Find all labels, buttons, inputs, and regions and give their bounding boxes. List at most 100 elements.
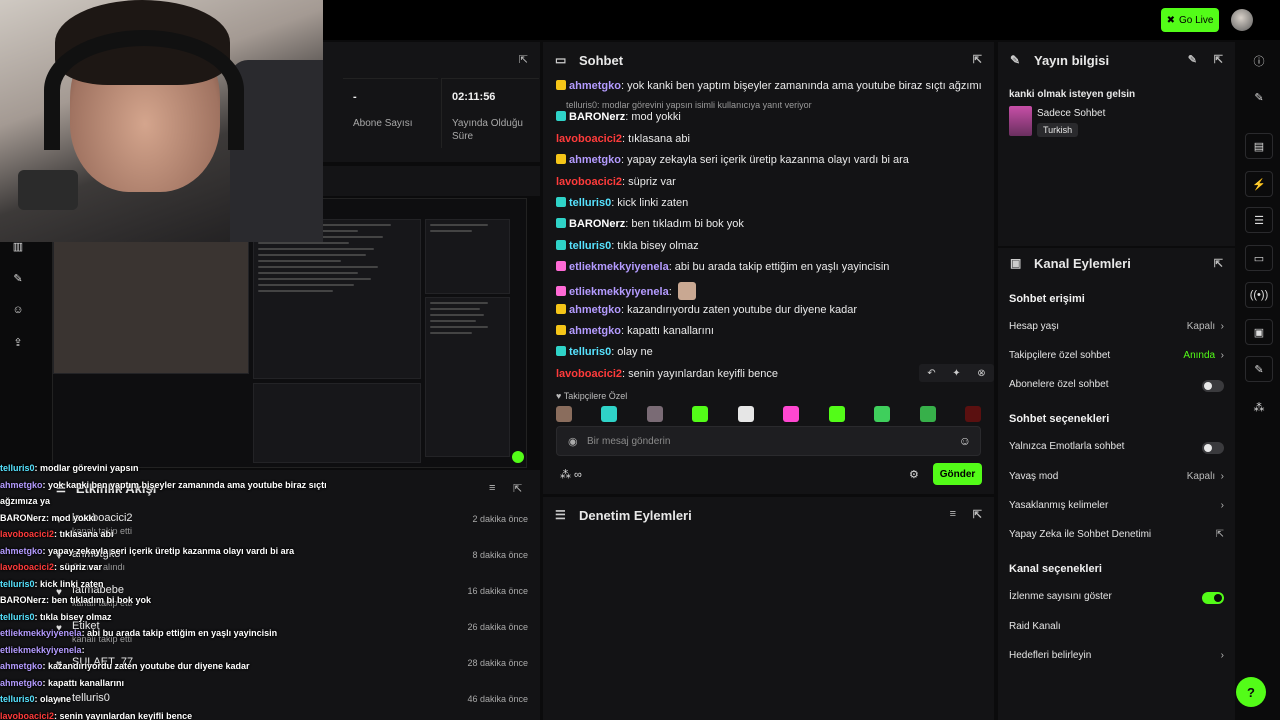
chat-username[interactable]: BARONerz xyxy=(569,111,625,123)
emote[interactable] xyxy=(783,406,800,422)
chat-message[interactable]: telluris0: tıkla bisey olmaz xyxy=(556,239,981,253)
chat-username[interactable]: telluris0 xyxy=(569,240,611,252)
expand-icon[interactable]: ⇱ xyxy=(973,508,982,521)
wrench-icon[interactable]: ✎ xyxy=(8,272,28,304)
chat-username[interactable]: ahmetgko xyxy=(569,80,621,92)
expand-icon[interactable]: ⇱ xyxy=(513,482,522,495)
chat-message[interactable]: ahmetgko: yok kanki ben yaptım bişeyler … xyxy=(556,79,981,93)
subscriber-label: Abone Sayısı xyxy=(353,118,413,129)
expand-icon[interactable]: ⇱ xyxy=(519,53,528,66)
chat-message[interactable]: telluris0: kick linki zaten xyxy=(556,196,981,210)
goals-setting[interactable]: Hedefleri belirleyin › xyxy=(1009,650,1224,666)
chat-username[interactable]: ahmetgko xyxy=(569,325,621,337)
chat-message[interactable]: BARONerz: mod yokki xyxy=(556,110,981,124)
chat-message[interactable]: etliekmekkyiyenela: abi bu arada takip e… xyxy=(556,260,981,274)
chat-text: : yapay zekayla seri içerik üretip kazan… xyxy=(620,154,909,166)
emote[interactable] xyxy=(874,406,891,422)
chat-username[interactable]: lavoboacici2 xyxy=(556,368,622,380)
kick-points-icon[interactable]: ⁂ xyxy=(1245,394,1273,420)
activity-name: SULAET_77 xyxy=(72,656,134,668)
heart-icon: ♥ xyxy=(56,551,62,562)
settings-icon[interactable]: ⚙ xyxy=(909,468,919,481)
list-icon[interactable]: ☰ xyxy=(1245,207,1273,233)
subscribers-only-toggle[interactable] xyxy=(1202,380,1224,392)
chat-message[interactable]: ahmetgko: kazandırıyordu zaten youtube d… xyxy=(556,303,981,317)
preview-actions-panel xyxy=(425,297,510,457)
kick-points-icon[interactable]: ⁂ ∞ xyxy=(560,468,582,481)
chat-username[interactable]: etliekmekkyiyenela xyxy=(569,286,669,298)
chat-username[interactable]: lavoboacici2 xyxy=(556,176,622,188)
filter-icon[interactable]: ≡ xyxy=(950,508,956,520)
pencil-icon[interactable]: ✎ xyxy=(1245,84,1273,110)
chevron-right-icon: › xyxy=(1217,350,1224,361)
account-age-label: Hesap yaşı xyxy=(1009,321,1060,332)
activity-detail: kanalı takip etti xyxy=(72,598,133,608)
raid-setting[interactable]: Raid Kanalı xyxy=(1009,621,1224,637)
ai-moderation-setting[interactable]: Yapay Zeka ile Sohbet Denetimi ⇱ xyxy=(1009,529,1224,545)
emote[interactable] xyxy=(556,406,572,422)
user-avatar[interactable] xyxy=(1231,9,1253,31)
chat-message[interactable]: lavoboacici2: süpriz var xyxy=(556,175,981,189)
chat-username[interactable]: etliekmekkyiyenela xyxy=(569,261,669,273)
emote[interactable] xyxy=(646,406,663,422)
bolt-icon[interactable]: ⚡ xyxy=(1245,171,1273,197)
chat-message[interactable]: ahmetgko: kapattı kanallarını xyxy=(556,324,981,338)
chat-message[interactable]: BARONerz: ben tıkladım bi bok yok xyxy=(556,217,981,231)
broadcast-icon: ✖ xyxy=(1166,14,1175,26)
edit-icon[interactable]: ✎ xyxy=(1188,53,1197,66)
wrench-icon[interactable]: ✎ xyxy=(1245,356,1273,382)
chat-message[interactable]: lavoboacici2: senin yayınlardan keyifli … xyxy=(556,367,981,381)
stats-icon[interactable]: ▤ xyxy=(1245,133,1273,159)
send-button[interactable]: Gönder xyxy=(933,463,982,485)
emote[interactable] xyxy=(919,406,936,422)
chat-username[interactable]: ahmetgko xyxy=(569,154,621,166)
channel-icon[interactable]: ▣ xyxy=(1245,319,1273,345)
goals-label: Hedefleri belirleyin xyxy=(1009,650,1092,661)
chat-input[interactable]: ◉ Bir mesaj gönderin ☺ xyxy=(556,426,981,456)
emote[interactable] xyxy=(601,406,618,422)
chat-message[interactable]: lavoboacici2: tıklasana abi xyxy=(556,132,981,146)
emote-only-toggle[interactable] xyxy=(1202,442,1224,454)
chat-message[interactable]: ahmetgko: yapay zekayla seri içerik üret… xyxy=(556,153,981,167)
go-live-button[interactable]: ✖ Go Live xyxy=(1161,8,1219,32)
chat-message[interactable]: etliekmekkyiyenela: xyxy=(556,282,981,300)
upload-icon[interactable]: ⇪ xyxy=(8,336,28,368)
pin-icon[interactable]: ✦ xyxy=(952,368,960,379)
info-icon[interactable]: ⓘ xyxy=(1245,48,1273,74)
followers-only-setting[interactable]: Takipçilere özel sohbet Anında › xyxy=(1009,350,1224,366)
reply-icon[interactable]: ↶ xyxy=(927,368,935,379)
chat-username[interactable]: telluris0 xyxy=(569,197,611,209)
expand-icon[interactable]: ⇱ xyxy=(1214,53,1223,66)
banned-words-setting[interactable]: Yasaklanmış kelimeler › xyxy=(1009,500,1224,516)
smiley-icon[interactable]: ☺ xyxy=(959,434,971,448)
emote[interactable] xyxy=(692,406,709,422)
activity-feed-panel: ☰ Etkinlik Akışı ≡ ⇱ ♥ lavoboacici2 kanalı… xyxy=(0,470,540,720)
category-name[interactable]: Sadece Sohbet xyxy=(1037,108,1105,119)
viewer-count-toggle[interactable] xyxy=(1202,592,1224,604)
slow-mode-label: Yavaş mod xyxy=(1009,471,1059,482)
delete-icon[interactable]: ⊗ xyxy=(977,368,985,379)
chat-username[interactable]: lavoboacici2 xyxy=(556,133,622,145)
chat-username[interactable]: BARONerz xyxy=(569,218,625,230)
account-age-value: Kapalı xyxy=(1186,321,1216,332)
expand-icon[interactable]: ⇱ xyxy=(973,53,982,66)
slow-mode-setting[interactable]: Yavaş mod Kapalı › xyxy=(1009,471,1224,487)
chat-username[interactable]: telluris0 xyxy=(569,346,611,358)
chat-icon[interactable]: ▭ xyxy=(1245,245,1273,271)
chat-text: : yok kanki ben yaptım bişeyler zamanınd… xyxy=(620,80,981,92)
chat-message[interactable]: telluris0: olay ne xyxy=(556,345,981,359)
broadcast-icon[interactable]: ((•)) xyxy=(1245,282,1273,308)
emote[interactable] xyxy=(737,406,754,422)
emote[interactable] xyxy=(964,406,981,422)
filter-icon[interactable]: ≡ xyxy=(489,482,495,494)
emote[interactable] xyxy=(828,406,845,422)
help-icon[interactable]: ? xyxy=(1236,677,1266,707)
expand-icon[interactable]: ⇱ xyxy=(1214,257,1223,270)
emote-picker-icon[interactable]: ◉ xyxy=(568,435,578,448)
chat-username[interactable]: ahmetgko xyxy=(569,304,621,316)
followers-only-label: Takipçilere özel sohbet xyxy=(1009,350,1111,361)
users-icon[interactable]: ☺ xyxy=(8,304,28,336)
chart-icon[interactable]: ▥ xyxy=(8,240,28,272)
heart-icon: ♥ xyxy=(56,659,62,670)
account-age-setting[interactable]: Hesap yaşı Kapalı › xyxy=(1009,321,1224,337)
